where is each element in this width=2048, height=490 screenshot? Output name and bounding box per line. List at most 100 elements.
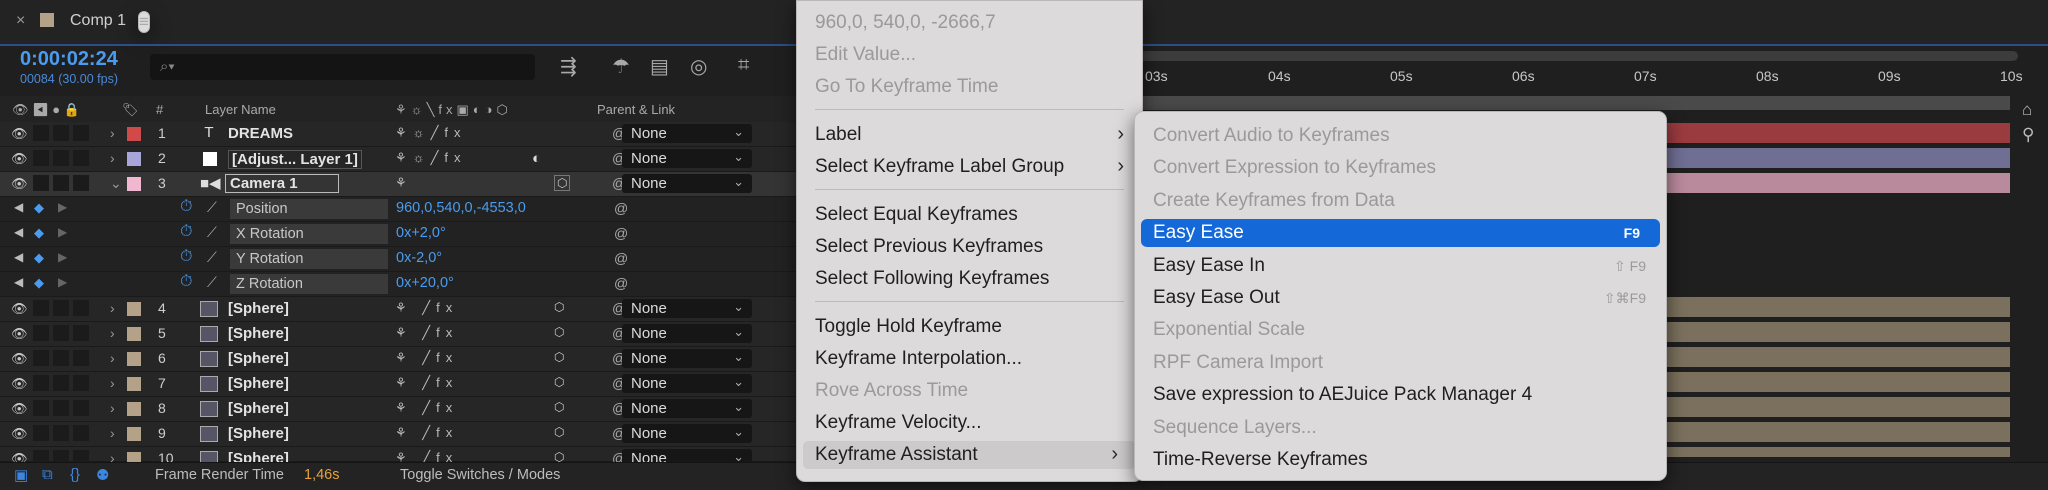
motion-blur-icon[interactable]: ◎ (690, 54, 707, 79)
solo-toggle[interactable] (53, 400, 69, 416)
layer-name[interactable]: Camera 1 (225, 174, 339, 193)
close-tab-icon[interactable]: × (16, 12, 25, 30)
visibility-eye-icon[interactable]: 👁 (11, 401, 28, 416)
visibility-eye-icon[interactable]: 👁 (11, 376, 28, 391)
layer-switches[interactable]: ⚘ ╱fx (395, 325, 458, 341)
label-color-swatch[interactable] (127, 377, 141, 391)
expression-pick-whip-icon[interactable]: @ (614, 200, 628, 216)
property-row-position[interactable]: ◀ ◆ ▶ ⏱ ⟋ Position 960,0,540,0,-4553,0 @ (0, 197, 800, 222)
layer-switches[interactable]: ⚘ ╱fx (395, 375, 458, 391)
layer-row-2[interactable]: 👁 › 2 [Adjust... Layer 1] ⚘☼╱fx ◐ @ None… (0, 147, 800, 172)
layer-switches[interactable]: ⚘ ╱fx (395, 300, 458, 316)
3d-layer-icon[interactable]: ⬡ (554, 175, 571, 191)
solo-toggle[interactable] (53, 125, 69, 141)
render-time-pane-icon[interactable]: ⚉ (96, 466, 109, 484)
layer-row-sphere[interactable]: 👁 › 10 [Sphere] ⚘ ╱fx ⬡ @ None ⌄ (0, 447, 800, 468)
expand-twirl-icon[interactable]: › (110, 325, 115, 341)
solo-toggle[interactable] (53, 425, 69, 441)
solo-toggle[interactable] (53, 375, 69, 391)
visibility-eye-icon[interactable]: 👁 (11, 126, 28, 141)
parent-dropdown[interactable]: None ⌄ (622, 174, 752, 193)
submenu-item-easy-ease-out[interactable]: Easy Ease Out ⇧⌘F9 (1135, 284, 1666, 312)
visibility-eye-icon[interactable]: 👁 (11, 301, 28, 316)
solo-toggle[interactable] (53, 350, 69, 366)
prev-keyframe-icon[interactable]: ◀ (14, 200, 23, 214)
layer-name[interactable]: DREAMS (228, 125, 293, 142)
work-area-bar[interactable] (1140, 96, 2010, 110)
add-keyframe-icon[interactable]: ◆ (34, 225, 44, 241)
visibility-eye-icon[interactable]: 👁 (11, 326, 28, 341)
parent-link-header[interactable]: Parent & Link (597, 102, 675, 117)
label-color-swatch[interactable] (127, 152, 141, 166)
menu-item-keyframe-interpolation[interactable]: Keyframe Interpolation... (797, 345, 1142, 373)
lock-toggle[interactable] (73, 300, 89, 316)
solo-toggle[interactable] (53, 150, 69, 166)
property-row-x-rotation[interactable]: ◀ ◆ ▶ ⏱ ⟋ X Rotation 0x+2,0° @ (0, 222, 800, 247)
tab-comp-1[interactable]: × Comp 1 ≡ (0, 0, 800, 44)
next-keyframe-icon[interactable]: ▶ (58, 225, 67, 239)
frame-blending-icon[interactable]: ▤ (650, 54, 669, 79)
3d-layer-icon[interactable]: ⬡ (554, 425, 564, 439)
property-row-z-rotation[interactable]: ◀ ◆ ▶ ⏱ ⟋ Z Rotation 0x+20,0° @ (0, 272, 800, 297)
audio-toggle[interactable] (33, 175, 49, 191)
layer-name[interactable]: [Sphere] (228, 325, 289, 342)
layer-row-1[interactable]: 👁 › 1 T DREAMS ⚘☼╱fx @ None ⌄ (0, 122, 800, 147)
layer-name[interactable]: [Sphere] (228, 375, 289, 392)
layer-name[interactable]: [Sphere] (228, 400, 289, 417)
collapse-twirl-icon[interactable]: ⌄ (110, 175, 122, 192)
in-out-pane-icon[interactable]: {} (70, 466, 80, 483)
property-value[interactable]: 0x-2,0° (396, 250, 442, 266)
add-keyframe-icon[interactable]: ◆ (34, 275, 44, 291)
lock-toggle[interactable] (73, 175, 89, 191)
property-value[interactable]: 0x+20,0° (396, 275, 454, 291)
audio-toggle[interactable] (33, 400, 49, 416)
prev-keyframe-icon[interactable]: ◀ (14, 250, 23, 264)
parent-dropdown[interactable]: None ⌄ (622, 324, 752, 343)
parent-dropdown[interactable]: None ⌄ (622, 299, 752, 318)
layer-name[interactable]: [Adjust... Layer 1] (228, 150, 362, 169)
current-time-display[interactable]: 0:00:02:24 (20, 48, 118, 71)
parent-dropdown[interactable]: None ⌄ (622, 349, 752, 368)
audio-toggle[interactable] (33, 375, 49, 391)
prev-keyframe-icon[interactable]: ◀ (14, 275, 23, 289)
parent-dropdown[interactable]: None ⌄ (622, 149, 752, 168)
stopwatch-icon[interactable]: ⏱ (180, 273, 192, 291)
layer-row-sphere[interactable]: 👁 › 6 [Sphere] ⚘ ╱fx ⬡ @ None ⌄ (0, 347, 800, 372)
3d-layer-icon[interactable]: ⬡ (554, 325, 564, 339)
solo-toggle[interactable] (53, 175, 69, 191)
layer-row-3[interactable]: 👁 ⌄ 3 ■◀ Camera 1 ⚘ ⬡ @ None ⌄ (0, 172, 800, 197)
audio-toggle[interactable] (33, 425, 49, 441)
prev-keyframe-icon[interactable]: ◀ (14, 225, 23, 239)
visibility-eye-icon[interactable]: 👁 (11, 151, 28, 166)
graph-icon[interactable]: ⟋ (207, 249, 217, 266)
property-value[interactable]: 0x+2,0° (396, 225, 446, 241)
lock-toggle[interactable] (73, 125, 89, 141)
audio-toggle[interactable] (33, 300, 49, 316)
audio-toggle[interactable] (33, 350, 49, 366)
menu-item-label[interactable]: Label › (797, 121, 1142, 149)
expand-twirl-icon[interactable]: › (110, 400, 115, 416)
label-color-swatch[interactable] (127, 402, 141, 416)
menu-item-keyframe-velocity[interactable]: Keyframe Velocity... (797, 409, 1142, 437)
layer-name[interactable]: [Sphere] (228, 425, 289, 442)
stopwatch-icon[interactable]: ⏱ (180, 223, 192, 241)
parent-dropdown[interactable]: None ⌄ (622, 399, 752, 418)
transfer-controls-pane-icon[interactable]: ⧉ (42, 466, 53, 483)
lock-toggle[interactable] (73, 350, 89, 366)
3d-layer-icon[interactable]: ⬡ (554, 400, 564, 414)
3d-layer-icon[interactable]: ⬡ (554, 375, 564, 389)
submenu-item-time-reverse-keyframes[interactable]: Time-Reverse Keyframes (1135, 446, 1666, 474)
toggle-switches-modes-button[interactable]: Toggle Switches / Modes (400, 467, 560, 483)
graph-editor-icon[interactable]: ⌗ (738, 54, 749, 77)
expression-pick-whip-icon[interactable]: @ (614, 225, 628, 241)
expand-twirl-icon[interactable]: › (110, 350, 115, 366)
property-row-y-rotation[interactable]: ◀ ◆ ▶ ⏱ ⟋ Y Rotation 0x-2,0° @ (0, 247, 800, 272)
audio-toggle[interactable] (33, 325, 49, 341)
menu-item-toggle-hold-keyframe[interactable]: Toggle Hold Keyframe (797, 313, 1142, 341)
layer-name[interactable]: [Sphere] (228, 300, 289, 317)
layer-switches[interactable]: ⚘ ╱fx (395, 400, 458, 416)
label-color-swatch[interactable] (127, 352, 141, 366)
label-color-swatch[interactable] (127, 427, 141, 441)
solo-toggle[interactable] (53, 300, 69, 316)
shy-layers-icon[interactable]: ☂ (612, 54, 630, 79)
